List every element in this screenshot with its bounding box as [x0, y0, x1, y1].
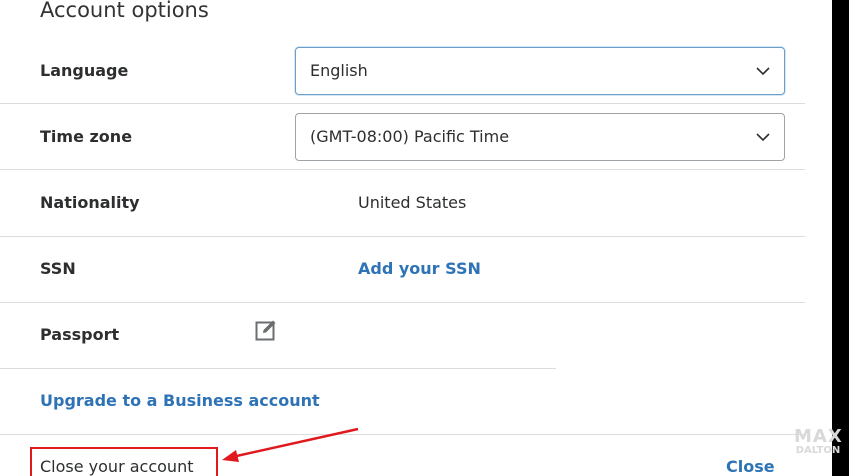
- language-select-value: English: [310, 61, 368, 80]
- upgrade-business-link[interactable]: Upgrade to a Business account: [40, 391, 320, 410]
- language-label: Language: [40, 61, 129, 80]
- divider: [0, 103, 805, 104]
- annotation-highlight-box: [30, 447, 218, 476]
- annotation-arrow-icon: [222, 427, 359, 462]
- close-button[interactable]: Close: [726, 457, 775, 476]
- add-ssn-link[interactable]: Add your SSN: [358, 259, 481, 278]
- chevron-down-icon: [756, 133, 770, 142]
- timezone-select-value: (GMT-08:00) Pacific Time: [310, 127, 510, 146]
- nationality-label: Nationality: [40, 193, 140, 212]
- ssn-label: SSN: [40, 259, 76, 278]
- watermark-logo: MAX DALTON: [794, 428, 842, 456]
- dialog-title: Account options: [40, 0, 209, 22]
- divider: [0, 236, 805, 237]
- divider: [0, 302, 805, 303]
- watermark-line1: MAX: [794, 426, 843, 447]
- watermark-line2: DALTON: [795, 445, 841, 456]
- timezone-select[interactable]: (GMT-08:00) Pacific Time: [295, 113, 785, 161]
- nationality-value: United States: [358, 193, 467, 212]
- language-select[interactable]: English: [295, 47, 785, 95]
- edit-icon[interactable]: [254, 318, 278, 342]
- passport-label: Passport: [40, 325, 120, 344]
- divider: [0, 368, 556, 369]
- account-options-dialog: Account options Language English Time zo…: [0, 0, 832, 476]
- timezone-label: Time zone: [40, 127, 133, 146]
- divider: [0, 434, 805, 435]
- divider: [0, 169, 805, 170]
- chevron-down-icon: [756, 67, 770, 76]
